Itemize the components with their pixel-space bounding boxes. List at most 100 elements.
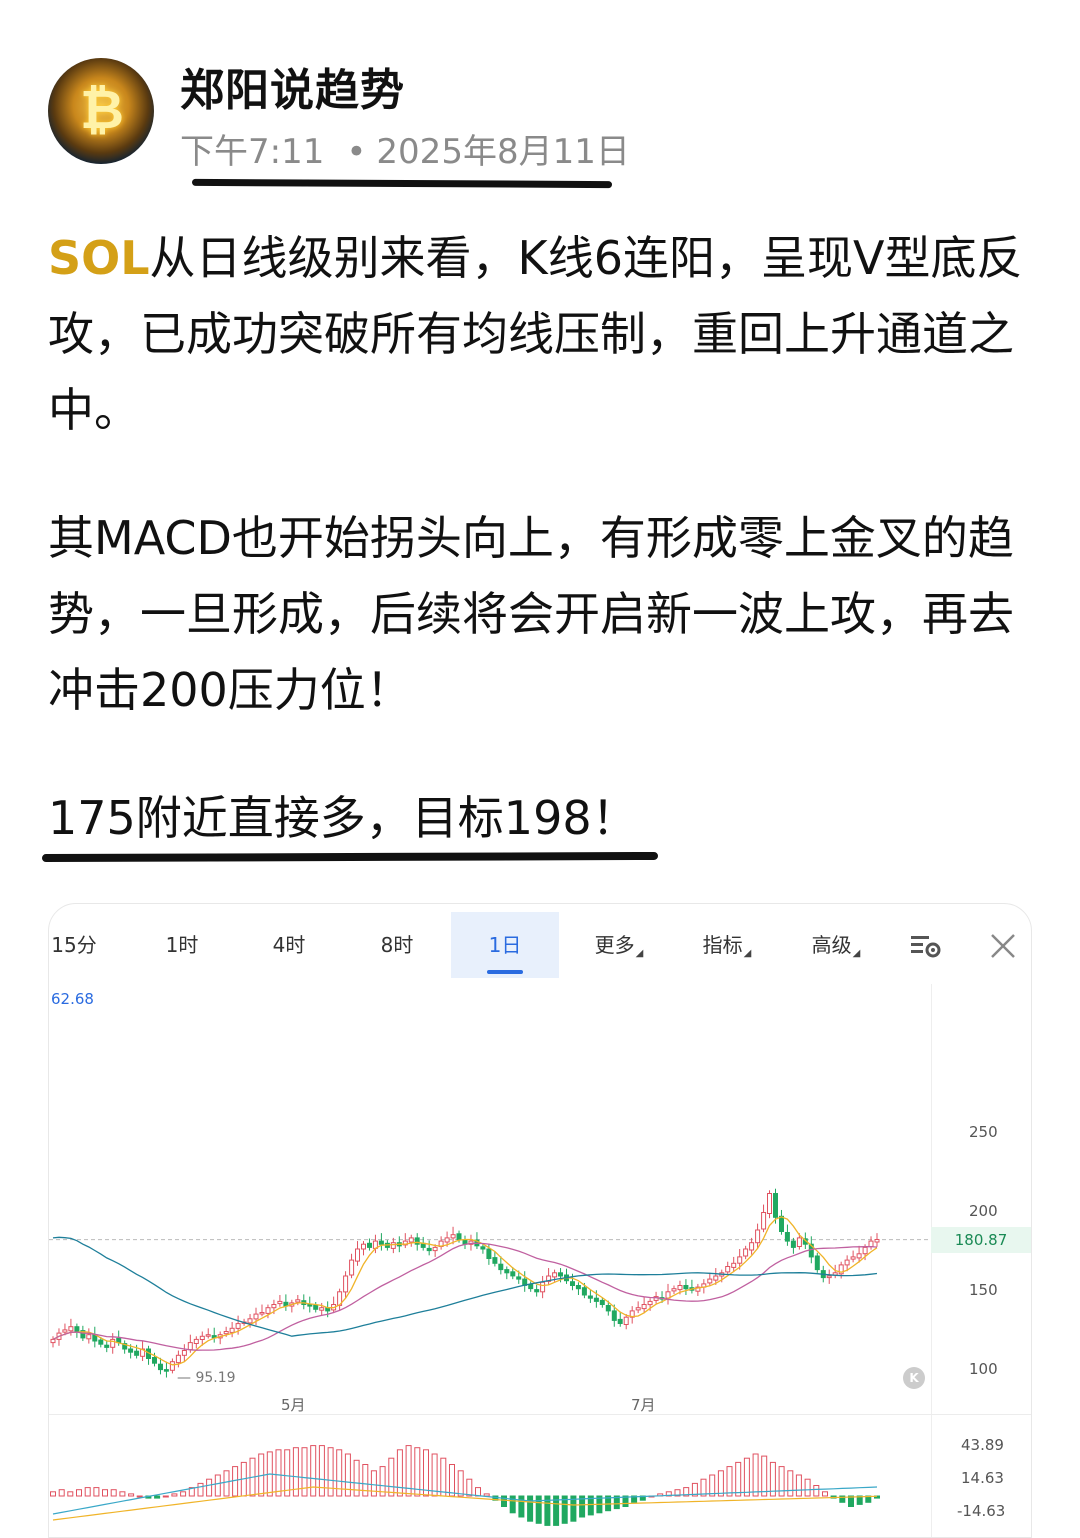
candle xyxy=(498,1263,504,1271)
candle xyxy=(713,1275,719,1281)
macd-bar xyxy=(726,1466,733,1497)
tab-advanced[interactable]: 高级◢ xyxy=(796,912,876,978)
candle xyxy=(74,1326,80,1333)
ma-short-line xyxy=(52,1216,878,1366)
candle xyxy=(516,1276,522,1280)
candle xyxy=(856,1253,862,1259)
macd-bar xyxy=(483,1493,490,1497)
tab-1h[interactable]: 1时 xyxy=(145,912,219,978)
candle xyxy=(408,1237,414,1243)
candle xyxy=(68,1326,74,1332)
post-paragraph-3: 175附近直接多，目标198！ xyxy=(48,791,638,845)
macd-bar xyxy=(197,1482,204,1497)
macd-bar xyxy=(58,1489,65,1497)
macd-bar xyxy=(752,1453,759,1497)
candle xyxy=(874,1239,880,1243)
candle xyxy=(265,1307,271,1314)
underline-mark xyxy=(191,178,613,189)
tab-1d[interactable]: 1日 xyxy=(451,912,559,978)
macd-bar xyxy=(67,1491,74,1497)
candle xyxy=(617,1318,623,1324)
macd-bar xyxy=(527,1495,534,1522)
candle xyxy=(570,1281,575,1287)
tab-15min[interactable]: 15分 xyxy=(49,912,99,978)
candle xyxy=(683,1285,689,1290)
candle xyxy=(486,1248,492,1259)
candle xyxy=(319,1307,325,1311)
macd-bar xyxy=(136,1495,143,1498)
candle xyxy=(62,1329,68,1333)
macd-bar xyxy=(162,1495,169,1498)
macd-bar xyxy=(50,1491,56,1497)
candle xyxy=(426,1247,432,1252)
macd-bar xyxy=(275,1449,282,1497)
candle xyxy=(343,1275,349,1293)
tab-4h[interactable]: 4时 xyxy=(252,912,326,978)
macd-bar xyxy=(449,1464,455,1497)
post-timestamp: 下午7:11 • 2025年8月11日 xyxy=(180,124,630,173)
candle xyxy=(743,1248,749,1257)
candle xyxy=(205,1334,211,1337)
macd-bar xyxy=(440,1457,447,1497)
candle xyxy=(361,1243,366,1250)
candle xyxy=(456,1233,462,1241)
close-icon[interactable] xyxy=(983,926,1023,966)
macd-bar xyxy=(84,1487,91,1497)
macd-bar xyxy=(804,1478,811,1497)
price-axis-divider xyxy=(931,984,932,1537)
author-name[interactable]: 郑阳说趋势 xyxy=(180,54,405,118)
candle xyxy=(814,1255,820,1271)
ticker-sol[interactable]: SOL xyxy=(48,231,150,285)
candle xyxy=(193,1338,199,1344)
price-chart-plot[interactable] xyxy=(49,984,931,1537)
chart-settings-icon[interactable] xyxy=(907,926,947,966)
caret-down-icon: ◢ xyxy=(743,948,752,959)
candle xyxy=(737,1256,743,1264)
macd-axis-tick: 14.63 xyxy=(961,1469,1004,1487)
candle xyxy=(295,1299,301,1303)
candle xyxy=(128,1348,134,1353)
candle xyxy=(169,1361,175,1371)
macd-bar xyxy=(735,1461,742,1497)
macd-bar xyxy=(119,1491,126,1497)
candle xyxy=(605,1305,611,1312)
post-paragraph-2: 其MACD也开始拐头向上，有形成零上金叉的趋势，一旦形成，后续将会开启新一波上攻… xyxy=(48,511,1014,717)
candle xyxy=(635,1307,641,1311)
candle xyxy=(725,1266,731,1273)
macd-bar xyxy=(214,1474,221,1497)
macd-bar xyxy=(154,1495,161,1499)
caret-down-icon: ◢ xyxy=(852,948,861,959)
macd-bar xyxy=(396,1449,403,1497)
post-paragraph-1: SOL从日线级别来看，K线6连阳，呈现V型底反攻，已成功突破所有均线压制，重回上… xyxy=(48,220,1038,448)
candle xyxy=(558,1272,563,1277)
tab-more[interactable]: 更多◢ xyxy=(579,912,659,978)
macd-bar xyxy=(93,1487,100,1497)
candle xyxy=(277,1300,283,1305)
macd-bar xyxy=(787,1470,794,1497)
tab-8h[interactable]: 8时 xyxy=(360,912,434,978)
candle xyxy=(378,1240,384,1245)
kline-chart-card[interactable]: 15分 1时 4时 8时 1日 更多◢ 指标◢ 高级◢ 62.68 250 20… xyxy=(48,903,1032,1538)
candle xyxy=(647,1300,653,1306)
tab-indicators[interactable]: 指标◢ xyxy=(687,912,767,978)
macd-axis-tick: 43.89 xyxy=(961,1436,1004,1454)
macd-bar xyxy=(110,1489,117,1497)
candle xyxy=(432,1246,438,1252)
macd-bar xyxy=(388,1457,395,1497)
candle xyxy=(134,1350,140,1356)
candle xyxy=(623,1316,629,1326)
macd-bar xyxy=(795,1474,802,1497)
candle xyxy=(187,1342,193,1351)
candle xyxy=(247,1318,253,1324)
ma-long-line xyxy=(52,1236,878,1337)
candle xyxy=(504,1269,510,1274)
caret-down-icon: ◢ xyxy=(635,948,644,959)
author-avatar[interactable]: ₿ xyxy=(48,58,154,164)
candle xyxy=(367,1242,372,1248)
last-price-badge: 180.87 xyxy=(931,1227,1031,1253)
candle xyxy=(755,1229,761,1244)
ma-mid-line xyxy=(52,1242,878,1351)
macd-bar xyxy=(466,1478,473,1497)
candle xyxy=(355,1248,360,1262)
candle xyxy=(510,1271,516,1277)
